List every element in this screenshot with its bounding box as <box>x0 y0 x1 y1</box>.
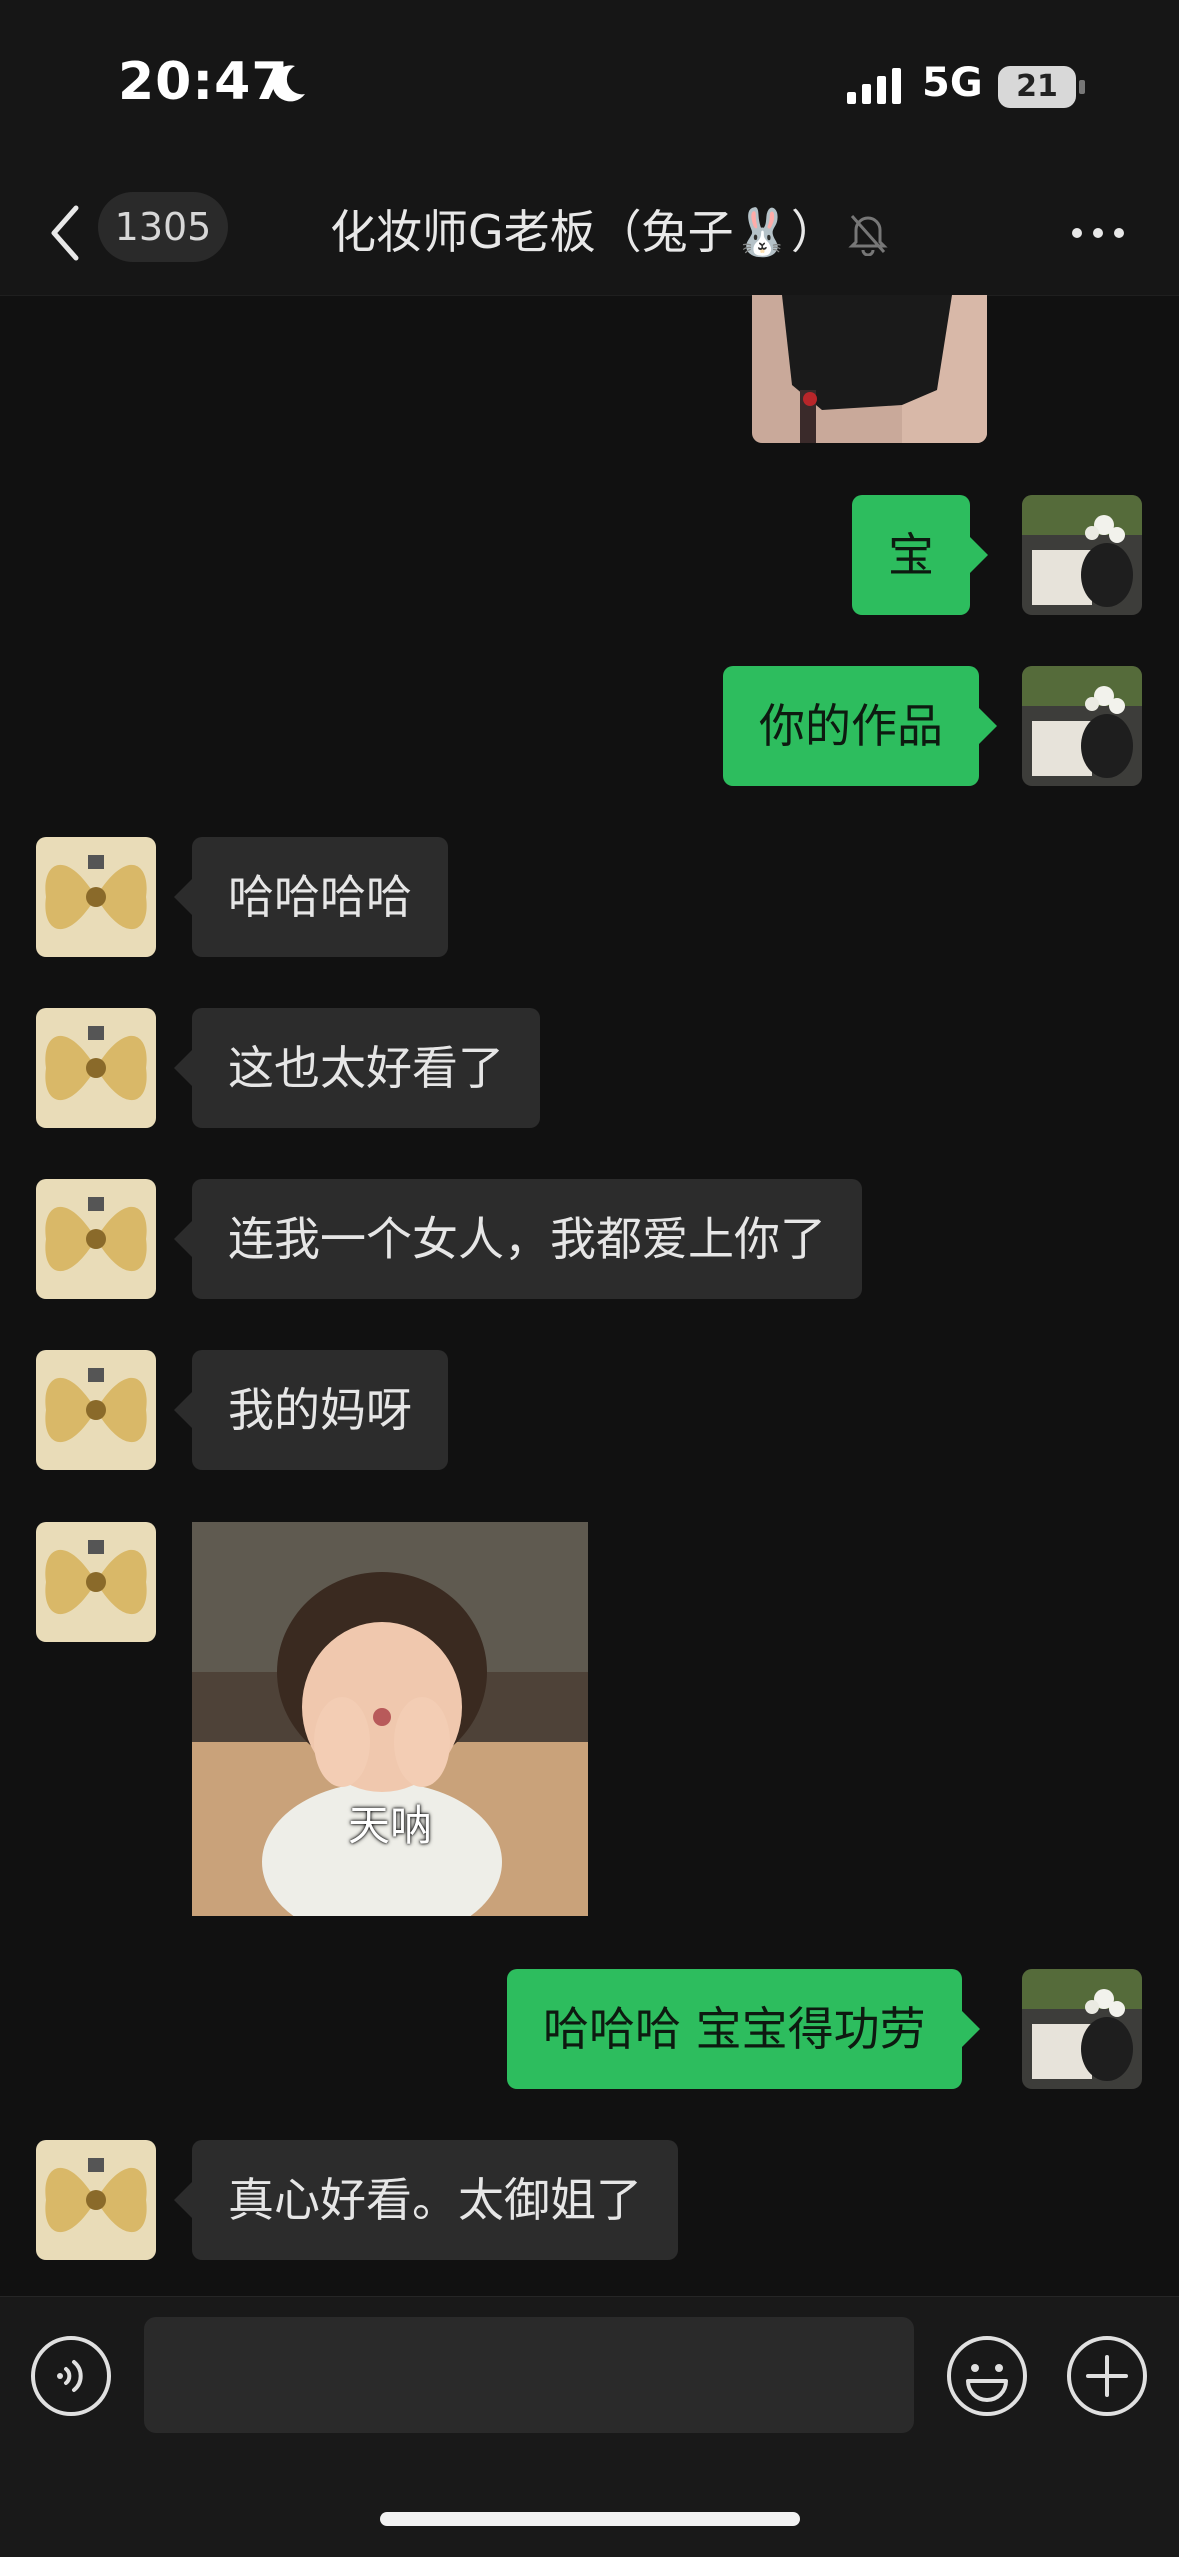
message-bubble-incoming[interactable]: 这也太好看了 <box>174 1008 540 1128</box>
emoji-icon[interactable] <box>946 2335 1028 2417</box>
more-icon[interactable] <box>1070 226 1126 240</box>
sticker-caption: 天呐 <box>347 1801 432 1850</box>
moon-icon <box>272 65 305 102</box>
status-time: 20:47 <box>118 52 289 112</box>
battery-level: 21 <box>1016 69 1058 104</box>
home-indicator <box>380 2512 800 2526</box>
battery-cap <box>1079 80 1085 94</box>
contact-avatar[interactable] <box>36 1179 156 1299</box>
signal-icon <box>847 68 901 104</box>
back-icon[interactable] <box>48 202 82 264</box>
contact-avatar[interactable] <box>36 1008 156 1128</box>
sent-photo[interactable] <box>752 295 987 443</box>
contact-avatar[interactable] <box>36 2140 156 2260</box>
battery-icon: 21 <box>998 66 1076 108</box>
plus-icon[interactable] <box>1066 2335 1148 2417</box>
message-bubble-outgoing[interactable]: 哈哈哈 宝宝得功劳 <box>507 1969 980 2089</box>
mute-bell-icon <box>848 215 888 256</box>
status-bar: 20:47 5G 21 <box>0 0 1179 170</box>
my-avatar[interactable] <box>1022 495 1142 615</box>
contact-avatar[interactable] <box>36 1350 156 1470</box>
message-bubble-outgoing[interactable]: 你的作品 <box>723 666 997 786</box>
sticker-message[interactable]: 天呐 <box>192 1522 588 1916</box>
message-bubble-incoming[interactable]: 哈哈哈哈 <box>174 837 448 957</box>
voice-icon[interactable] <box>30 2335 112 2417</box>
network-label: 5G <box>922 60 983 106</box>
message-input[interactable] <box>144 2317 914 2433</box>
chat-header: 1305 化妆师G老板（兔子🐰） <box>0 170 1179 296</box>
my-avatar[interactable] <box>1022 666 1142 786</box>
contact-avatar[interactable] <box>36 837 156 957</box>
message-bubble-incoming[interactable]: 真心好看。太御姐了 <box>174 2140 678 2260</box>
my-avatar[interactable] <box>1022 1969 1142 2089</box>
unread-count-badge[interactable]: 1305 <box>98 192 228 262</box>
message-bubble-incoming[interactable]: 连我一个女人，我都爱上你了 <box>174 1179 862 1299</box>
message-bubble-outgoing[interactable]: 宝 <box>852 495 988 615</box>
chat-title: 化妆师G老板（兔子🐰） <box>330 205 837 259</box>
message-bubble-incoming[interactable]: 我的妈呀 <box>174 1350 448 1470</box>
contact-avatar[interactable] <box>36 1522 156 1642</box>
